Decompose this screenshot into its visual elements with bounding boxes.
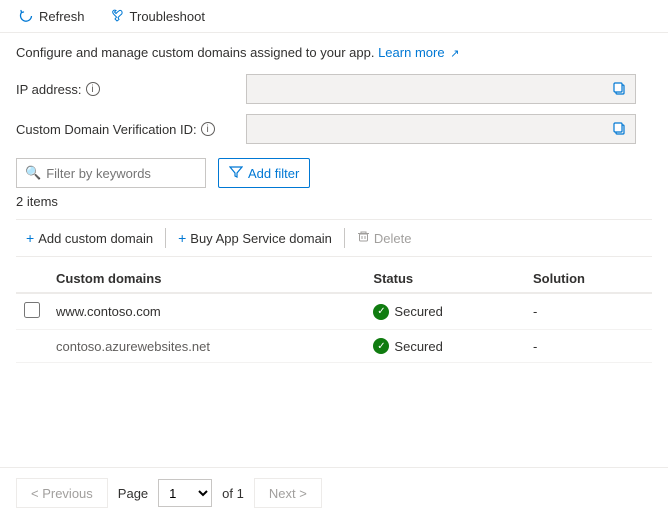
status-cell: ✓ Secured	[365, 330, 525, 363]
copy-icon-2	[613, 122, 627, 136]
verification-row: Custom Domain Verification ID: i	[16, 114, 652, 144]
plus-icon-1: +	[26, 230, 34, 246]
search-icon: 🔍	[25, 165, 41, 181]
solution-header: Solution	[525, 265, 652, 293]
external-link-icon: ↗	[450, 48, 459, 60]
status-text: Secured	[394, 339, 442, 354]
copy-icon	[613, 82, 627, 96]
troubleshoot-button[interactable]: Troubleshoot	[105, 6, 209, 26]
status-cell: ✓ Secured	[365, 293, 525, 330]
refresh-icon	[18, 8, 34, 24]
secured-icon: ✓	[373, 304, 389, 320]
main-content: Configure and manage custom domains assi…	[0, 33, 668, 375]
table-row: www.contoso.com ✓ Secured -	[16, 293, 652, 330]
table-row: contoso.azurewebsites.net ✓ Secured -	[16, 330, 652, 363]
action-divider-1	[165, 228, 166, 248]
buy-domain-button[interactable]: + Buy App Service domain	[168, 226, 342, 250]
ip-copy-button[interactable]	[611, 80, 629, 98]
wrench-icon	[109, 8, 125, 24]
of-label: of 1	[222, 486, 244, 501]
plus-icon-2: +	[178, 230, 186, 246]
ip-input[interactable]	[253, 82, 611, 97]
secured-icon: ✓	[373, 338, 389, 354]
solution-cell: -	[525, 293, 652, 330]
table-header-row: Custom domains Status Solution	[16, 265, 652, 293]
ip-field-wrap	[246, 74, 636, 104]
filter-icon	[229, 165, 243, 182]
next-button[interactable]: Next >	[254, 478, 322, 508]
delete-button[interactable]: Delete	[347, 226, 422, 250]
solution-cell: -	[525, 330, 652, 363]
page-label: Page	[118, 486, 148, 501]
verification-info-icon[interactable]: i	[201, 122, 215, 136]
verification-field-wrap	[246, 114, 636, 144]
refresh-label: Refresh	[39, 9, 85, 24]
items-count: 2 items	[16, 194, 652, 209]
toolbar: Refresh Troubleshoot	[0, 0, 668, 33]
verification-input[interactable]	[253, 122, 611, 137]
refresh-button[interactable]: Refresh	[14, 6, 89, 26]
action-bar: + Add custom domain + Buy App Service do…	[16, 219, 652, 257]
checkbox-cell	[16, 293, 48, 330]
verification-copy-button[interactable]	[611, 120, 629, 138]
ip-label: IP address: i	[16, 82, 246, 97]
checkbox-cell	[16, 330, 48, 363]
status-header: Status	[365, 265, 525, 293]
filter-bar: 🔍 Add filter	[16, 158, 652, 188]
domains-table: Custom domains Status Solution www.conto…	[16, 265, 652, 363]
info-description: Configure and manage custom domains assi…	[16, 45, 652, 60]
domain-cell: contoso.azurewebsites.net	[48, 330, 365, 363]
filter-input[interactable]	[46, 166, 197, 181]
row-checkbox[interactable]	[24, 302, 40, 318]
troubleshoot-label: Troubleshoot	[130, 9, 205, 24]
delete-icon	[357, 230, 370, 246]
ip-info-icon[interactable]: i	[86, 82, 100, 96]
page-select[interactable]: 1	[158, 479, 212, 507]
add-custom-domain-button[interactable]: + Add custom domain	[16, 226, 163, 250]
status-text: Secured	[394, 304, 442, 319]
verification-label: Custom Domain Verification ID: i	[16, 122, 246, 137]
action-divider-2	[344, 228, 345, 248]
add-filter-button[interactable]: Add filter	[218, 158, 310, 188]
learn-more-link[interactable]: Learn more ↗	[378, 45, 459, 60]
previous-button[interactable]: < Previous	[16, 478, 108, 508]
domain-cell: www.contoso.com	[48, 293, 365, 330]
custom-domains-header: Custom domains	[48, 265, 365, 293]
checkbox-header	[16, 265, 48, 293]
pagination: < Previous Page 1 of 1 Next >	[0, 467, 668, 518]
filter-search-wrap: 🔍	[16, 158, 206, 188]
ip-address-row: IP address: i	[16, 74, 652, 104]
